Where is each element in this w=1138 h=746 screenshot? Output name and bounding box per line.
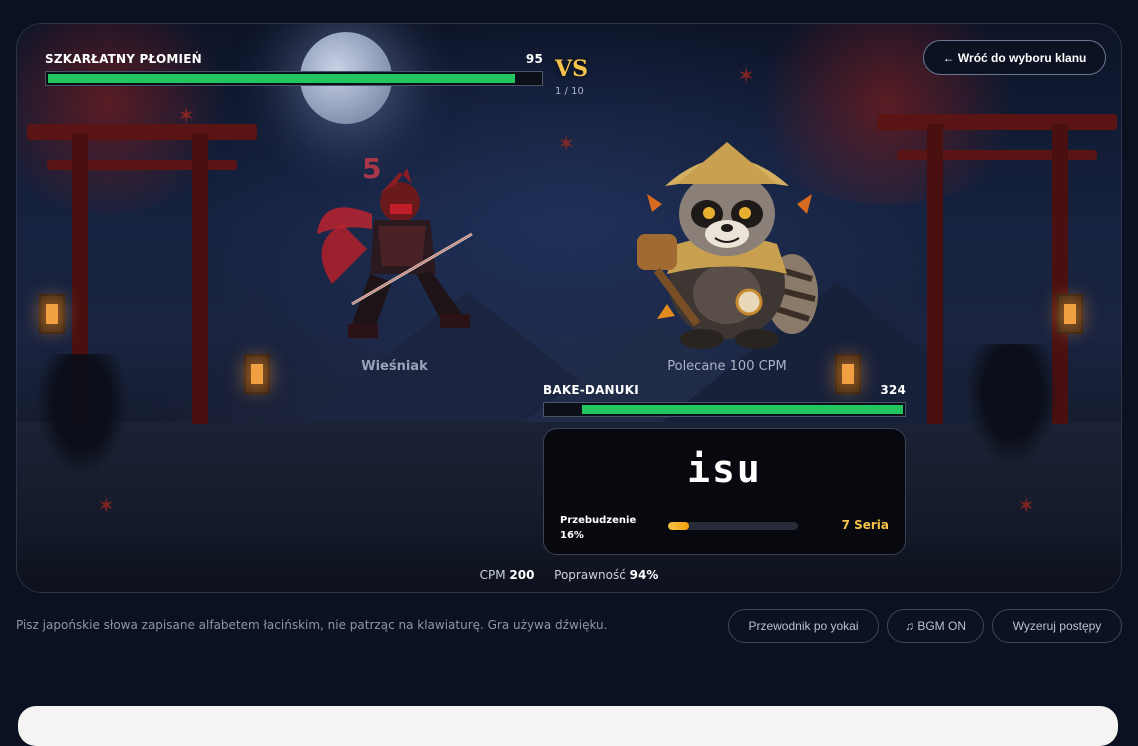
awakening-bar [668, 522, 798, 530]
player-hp-bar [45, 71, 543, 86]
streak-counter: 7 Seria [841, 518, 889, 532]
bgm-toggle-button[interactable]: ♫ BGM ON [887, 609, 984, 643]
enemy-name: BAKE-DANUKI [543, 383, 639, 397]
accuracy-value: 94% [629, 568, 659, 582]
back-to-clan-select-button[interactable]: ← Wróć do wyboru klanu [923, 40, 1106, 75]
round-counter: 1 / 10 [555, 86, 584, 97]
player-hp-fill [48, 74, 516, 83]
shadow-ninja-left [37, 354, 127, 474]
samurai-player-sprite [317, 168, 473, 338]
battle-arena: ✶ ✶ ✶ ✶ ✶ SZKARŁATNY PŁOMIEŃ 95 VS 1 / 1… [16, 23, 1122, 593]
enemy-hp-value: 324 [880, 383, 906, 397]
awakening-percent: 16% [560, 530, 584, 541]
instruction-hint: Pisz japońskie słowa zapisane alfabetem … [16, 618, 608, 632]
enemy-hp-panel: BAKE-DANUKI 324 [543, 383, 906, 417]
yokai-guide-button[interactable]: Przewodnik po yokai [728, 609, 879, 643]
cpm-label: CPM [479, 568, 506, 582]
awakening-label: Przebudzenie 16% [560, 513, 636, 543]
player-hp-value: 95 [525, 52, 543, 66]
player-rank-label: Wieśniak [361, 359, 428, 374]
accuracy-label: Poprawność [554, 568, 626, 582]
player-name: SZKARŁATNY PŁOMIEŃ [45, 52, 202, 66]
enemy-hp-fill [581, 405, 903, 414]
reset-progress-button[interactable]: Wyzeruj postępy [992, 609, 1122, 643]
maple-leaf-icon: ✶ [177, 104, 196, 129]
lantern-icon [1057, 294, 1083, 334]
typing-panel[interactable]: isu Przebudzenie 16% 7 Seria [543, 428, 906, 555]
target-word: isu [687, 447, 762, 491]
stats-line: CPM 200 Poprawność 94% [17, 568, 1121, 582]
combo-counter: 5 [362, 152, 382, 185]
maple-leaf-icon: ✶ [557, 132, 576, 157]
enemy-hp-bar [543, 402, 906, 417]
bake-danuki-enemy-sprite [637, 142, 818, 349]
cpm-value: 200 [509, 568, 535, 582]
bottom-panel [18, 706, 1118, 746]
shadow-ninja-right [967, 344, 1057, 464]
lantern-icon [244, 354, 270, 394]
vs-label: VS [555, 56, 588, 82]
awakening-title: Przebudzenie [560, 515, 637, 526]
maple-leaf-icon: ✶ [97, 494, 116, 519]
back-button-label: ← Wróć do wyboru klanu [942, 50, 1087, 65]
maple-leaf-icon: ✶ [1017, 494, 1036, 519]
lantern-icon [39, 294, 65, 334]
awakening-fill [668, 522, 689, 530]
enemy-recommended-cpm: Polecane 100 CPM [667, 359, 787, 374]
maple-leaf-icon: ✶ [737, 64, 756, 89]
player-hp-panel: SZKARŁATNY PŁOMIEŃ 95 [45, 52, 543, 86]
